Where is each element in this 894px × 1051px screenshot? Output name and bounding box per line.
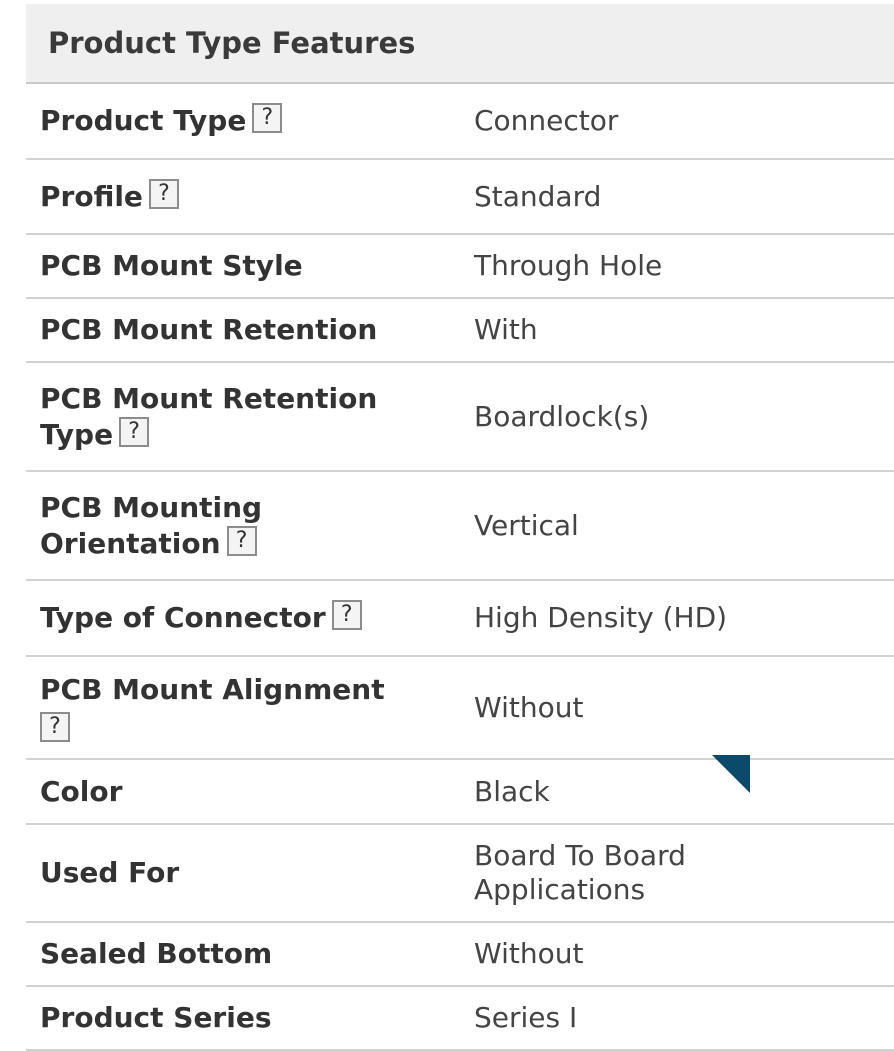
table-row-profile: Profile? Standard [26, 160, 894, 235]
row-value: Connector [474, 104, 619, 137]
help-icon[interactable]: ? [331, 600, 362, 630]
table-row-product-type: Product Type? Connector [26, 84, 894, 160]
section-header: Product Type Features [26, 4, 894, 84]
section-title: Product Type Features [48, 26, 416, 60]
row-value: Without [474, 937, 584, 970]
row-value: Standard [474, 179, 602, 213]
row-label: Profile? [26, 178, 474, 215]
row-label: Product Series [40, 1001, 272, 1034]
row-label: PCB Mount Retention [40, 313, 378, 346]
row-value: Series I [474, 1001, 578, 1034]
table-row-pcb-mount-style: PCB Mount Style Through Hole [26, 235, 894, 299]
row-label: Used For [40, 856, 180, 889]
corner-flag-icon [712, 755, 750, 793]
table-row-pcb-mount-alignment: PCB Mount Alignment ? Without [26, 657, 894, 760]
table-row-pcb-mount-retention-type: PCB Mount Retention Type? Boardlock(s) [26, 363, 894, 472]
row-label: PCB Mount Alignment ? [26, 672, 474, 744]
row-label: Color [40, 774, 123, 808]
table-row-color: Color Black [26, 760, 894, 825]
help-icon[interactable]: ? [119, 416, 150, 447]
row-value: Vertical [474, 508, 579, 542]
table-row-type-of-connector: Type of Connector? High Density (HD) [26, 581, 894, 657]
row-value: Through Hole [474, 249, 663, 282]
row-label: Product Type? [26, 103, 474, 139]
help-icon[interactable]: ? [148, 178, 179, 209]
help-icon[interactable]: ? [252, 103, 283, 133]
row-value: Without [474, 690, 584, 724]
row-label: PCB Mount Retention Type? [40, 381, 378, 451]
row-label: PCB Mounting Orientation? [40, 490, 263, 560]
row-value: With [474, 313, 538, 346]
row-label: Type of Connector? [26, 600, 474, 636]
help-icon[interactable]: ? [226, 525, 257, 556]
row-label: Sealed Bottom [40, 937, 273, 970]
row-value: Black [474, 774, 550, 808]
row-value: Boardlock(s) [474, 399, 650, 433]
row-value: High Density (HD) [474, 601, 728, 634]
table-row-pcb-mounting-orientation: PCB Mounting Orientation? Vertical [26, 472, 894, 581]
row-value: Board To Board Applications [474, 839, 686, 906]
table-row-used-for: Used For Board To Board Applications [26, 825, 894, 923]
table-row-sealed-bottom: Sealed Bottom Without [26, 923, 894, 987]
row-label: PCB Mount Style [40, 249, 303, 282]
table-row-product-series: Product Series Series I [26, 987, 894, 1051]
product-type-features-table: Product Type Features Product Type? Conn… [26, 4, 894, 1051]
table-row-pcb-mount-retention: PCB Mount Retention With [26, 299, 894, 363]
help-icon[interactable]: ? [40, 711, 70, 742]
